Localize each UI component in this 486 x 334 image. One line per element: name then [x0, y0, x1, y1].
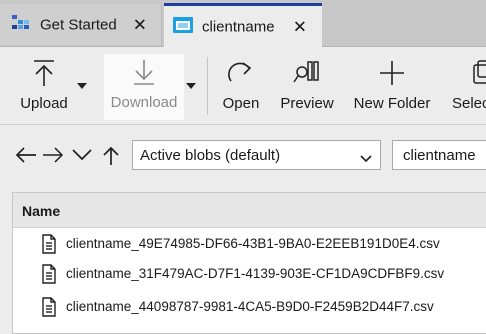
file-name: clientname_44098787-9981-4CA5-B9D0-F2459… [66, 299, 434, 314]
column-header-label: Name [22, 203, 61, 219]
path-value: clientname [403, 147, 476, 164]
document-icon [41, 264, 57, 289]
chevron-down-icon[interactable] [77, 83, 87, 89]
close-icon[interactable]: ✕ [133, 16, 147, 33]
upload-label: Upload [20, 95, 68, 112]
download-button[interactable]: Download [104, 54, 184, 120]
column-header-name[interactable]: Name [13, 193, 486, 228]
forward-arrow-icon[interactable] [42, 146, 64, 169]
blob-view-select[interactable]: Active blobs (default) [132, 140, 381, 170]
upload-button[interactable]: Upload [10, 55, 78, 119]
tab-label: Get Started [40, 16, 117, 33]
tab-strip: Get Started ✕ clientname ✕ [0, 0, 486, 47]
chevron-down-icon [360, 150, 372, 167]
select-all-icon [472, 59, 486, 92]
table-row[interactable]: clientname_49E74985-DF66-43B1-9BA0-E2EEB… [13, 229, 486, 259]
download-icon [131, 58, 157, 91]
document-icon [41, 297, 57, 322]
select-label: Select [452, 95, 486, 112]
table-row[interactable]: clientname_44098787-9981-4CA5-B9D0-F2459… [13, 292, 486, 322]
new-folder-label: New Folder [353, 95, 431, 112]
close-icon[interactable]: ✕ [293, 18, 307, 35]
upload-icon [31, 59, 57, 92]
preview-label: Preview [280, 95, 334, 112]
preview-button[interactable]: Preview [276, 55, 338, 119]
tab-get-started[interactable]: Get Started ✕ [0, 4, 162, 45]
toolbar: Upload Download Open Preview New Folder … [0, 47, 486, 125]
open-button[interactable]: Open [214, 55, 268, 119]
tab-label: clientname [202, 18, 275, 35]
file-name: clientname_31F479AC-D7F1-4139-903E-CF1DA… [66, 266, 445, 281]
up-arrow-icon[interactable] [102, 146, 120, 171]
path-input[interactable]: clientname [392, 140, 486, 170]
chevron-down-icon[interactable] [71, 148, 93, 167]
address-bar: Active blobs (default) clientname [0, 136, 486, 176]
document-icon [41, 234, 57, 259]
preview-icon [293, 59, 321, 92]
storage-explorer-icon [11, 14, 31, 36]
download-label: Download [110, 94, 178, 111]
table-row[interactable]: clientname_31F479AC-D7F1-4139-903E-CF1DA… [13, 259, 486, 289]
file-list: Name clientname_49E74985-DF66-43B1-9BA0-… [12, 192, 486, 334]
file-name: clientname_49E74985-DF66-43B1-9BA0-E2EEB… [66, 236, 440, 251]
open-arrow-icon [227, 59, 255, 92]
open-label: Open [222, 95, 260, 112]
new-folder-button[interactable]: New Folder [350, 55, 434, 119]
select-all-button[interactable]: Select [450, 55, 486, 119]
plus-icon [378, 59, 406, 92]
chevron-down-icon[interactable] [186, 83, 196, 89]
tab-clientname[interactable]: clientname ✕ [164, 3, 322, 47]
blob-view-value: Active blobs (default) [140, 147, 281, 164]
blob-container-icon [172, 16, 194, 38]
back-arrow-icon[interactable] [15, 146, 37, 169]
toolbar-separator [207, 57, 208, 115]
